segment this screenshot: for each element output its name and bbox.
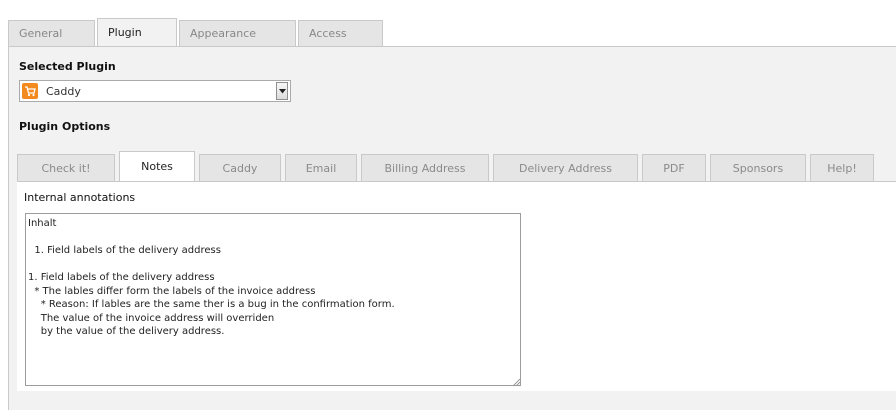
tab-access[interactable]: Access (298, 20, 383, 46)
chevron-down-icon[interactable] (276, 82, 288, 100)
plugin-options-heading: Plugin Options (19, 120, 111, 133)
plugin-settings-window: General Plugin Appearance Access Selecte… (0, 0, 896, 410)
plugin-select[interactable]: Caddy (19, 80, 291, 102)
tab-general[interactable]: General (8, 20, 95, 46)
tab-caddy[interactable]: Caddy (199, 154, 281, 181)
notes-tab-content: Internal annotations Inhalt 1. Field lab… (17, 181, 896, 391)
plugin-options-tab-bar: Check it! Notes Caddy Email Billing Addr… (17, 151, 878, 181)
internal-annotations-textarea[interactable]: Inhalt 1. Field labels of the delivery a… (25, 213, 521, 386)
shopping-cart-icon (22, 83, 38, 99)
plugin-select-value: Caddy (46, 84, 81, 98)
tab-plugin[interactable]: Plugin (97, 18, 177, 46)
plugin-panel: Selected Plugin Caddy Plugin Options Che… (8, 46, 896, 410)
tab-pdf[interactable]: PDF (642, 154, 706, 181)
tab-notes[interactable]: Notes (119, 151, 195, 181)
tab-help[interactable]: Help! (810, 154, 874, 181)
tab-delivery-address[interactable]: Delivery Address (493, 154, 638, 181)
tab-sponsors[interactable]: Sponsors (710, 154, 806, 181)
internal-annotations-label: Internal annotations (24, 191, 136, 204)
selected-plugin-heading: Selected Plugin (19, 60, 116, 73)
top-tab-bar: General Plugin Appearance Access (8, 18, 385, 46)
tab-appearance[interactable]: Appearance (179, 20, 296, 46)
tab-billing-address[interactable]: Billing Address (361, 154, 489, 181)
tab-check-it[interactable]: Check it! (17, 154, 115, 181)
tab-email[interactable]: Email (285, 154, 357, 181)
resize-handle-icon[interactable] (511, 376, 521, 387)
